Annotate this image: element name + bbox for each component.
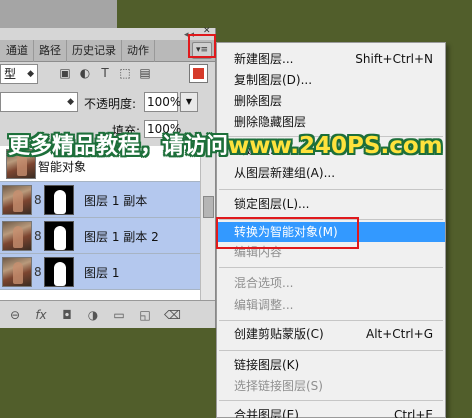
menu-item-merge-layers[interactable]: 合并图层(E) Ctrl+E [217,405,445,418]
tab-channels[interactable]: 通道 [0,40,34,62]
adjustment-layer-icon[interactable]: ◑ [86,308,100,322]
opacity-input[interactable]: 100% [144,92,181,112]
menu-item-delete-layer[interactable]: 删除图层 [217,91,445,111]
menu-item-lock-layers[interactable]: 锁定图层(L)... [217,194,445,214]
layer-filter-select[interactable]: 型 ◆ [0,64,38,84]
menu-item-label: 锁定图层(L)... [234,197,310,211]
layer-row[interactable]: 8 图层 1 副本 2 [0,218,200,254]
menu-item-label: 选择链接图层(S) [234,379,323,393]
menu-item-new-layer[interactable]: 新建图层... Shift+Ctrl+N [217,49,445,69]
smart-object-filter-icon[interactable]: ▤ [138,66,152,80]
menu-item-duplicate-layer[interactable]: 复制图层(D)... [217,70,445,90]
trash-icon[interactable]: ⌫ [164,308,181,322]
tab-paths[interactable]: 路径 [34,40,67,62]
layer-row[interactable]: 8 图层 1 [0,254,200,290]
watermark: 更多精品教程，请访问www.240PS.com [8,128,443,160]
menu-separator [219,350,443,351]
menu-separator [219,320,443,321]
menu-separator [219,267,443,268]
layers-list: 智能对象 8 图层 1 副本 8 图层 1 副本 2 8 图层 1 [0,146,200,300]
add-mask-icon[interactable]: ◘ [60,308,74,322]
menu-item-label: 链接图层(K) [234,358,300,372]
layers-scrollbar[interactable] [200,146,215,300]
menu-item-blending-options[interactable]: 混合选项... [217,273,445,293]
filter-toggle[interactable] [189,64,208,83]
fx-icon[interactable]: fx [34,308,48,322]
image-filter-icon[interactable]: ▣ [58,66,72,80]
layer-thumbnail [2,185,32,215]
layer-row[interactable]: 8 图层 1 副本 [0,182,200,218]
annotation-highlight-menu-button [188,34,216,58]
tab-history[interactable]: 历史记录 [67,40,122,62]
tab-actions[interactable]: 动作 [122,40,155,62]
layer-filter-icons: ▣ ◐ T ⬚ ▤ [58,66,152,80]
adjustment-filter-icon[interactable]: ◐ [78,66,92,80]
menu-item-label: 混合选项... [234,276,294,290]
link-icon[interactable]: 8 [34,265,42,279]
shape-filter-icon[interactable]: ⬚ [118,66,132,80]
watermark-url: www.240PS.com [228,133,443,159]
menu-separator [219,189,443,190]
new-group-icon[interactable]: ▭ [112,308,126,322]
menu-item-new-group-from-layers[interactable]: 从图层新建组(A)... [217,163,445,183]
menu-item-shortcut: Ctrl+E [394,408,433,418]
new-layer-icon[interactable]: ◱ [138,308,152,322]
layer-thumbnail [2,257,32,287]
link-layers-icon[interactable]: ⊖ [8,308,22,322]
menu-item-shortcut: Shift+Ctrl+N [355,52,433,66]
layer-filter-value: 型 [4,67,17,81]
layer-name: 图层 1 [84,266,120,280]
menu-item-label: 删除图层 [234,94,283,108]
opacity-dropdown-button[interactable]: ▼ [180,92,198,112]
chevron-down-icon: ◆ [67,97,74,107]
chevron-down-icon: ◆ [27,69,34,79]
scrollbar-thumb[interactable] [203,196,214,218]
layer-thumbnail [2,221,32,251]
menu-item-label: 复制图层(D)... [234,73,313,87]
menu-item-label: 删除隐藏图层 [234,115,307,129]
menu-item-shortcut: Alt+Ctrl+G [365,327,433,341]
layer-mask-thumbnail[interactable] [44,257,74,287]
watermark-text: 更多精品教程，请访问 [8,134,229,159]
layer-mask-thumbnail[interactable] [44,221,74,251]
link-icon[interactable]: 8 [34,229,42,243]
layer-mask-thumbnail[interactable] [44,185,74,215]
menu-item-label: 新建图层... [234,52,294,66]
layers-bottom-toolbar: ⊖ fx ◘ ◑ ▭ ◱ ⌫ [0,300,215,328]
blend-mode-select[interactable]: ◆ [0,92,78,112]
layer-name: 智能对象 [38,160,87,174]
menu-item-edit-adjustment[interactable]: 编辑调整... [217,295,445,315]
opacity-label: 不透明度: [84,97,137,111]
layers-panel: 通道 路径 历史记录 动作 ▾≡ 型 ◆ ▣ ◐ T ⬚ ▤ ◆ 不透明度: 1… [0,28,216,328]
menu-item-create-clipping-mask[interactable]: 创建剪贴蒙版(C) Alt+Ctrl+G [217,324,445,344]
menu-item-link-layers[interactable]: 链接图层(K) [217,355,445,375]
menu-item-select-linked-layers[interactable]: 选择链接图层(S) [217,376,445,396]
panel-tabs: 通道 路径 历史记录 动作 [0,40,215,62]
type-filter-icon[interactable]: T [98,66,112,80]
menu-item-label: 从图层新建组(A)... [234,166,336,180]
annotation-highlight-menu-item [216,217,359,249]
link-icon[interactable]: 8 [34,193,42,207]
layer-name: 图层 1 副本 [84,194,148,208]
layer-name: 图层 1 副本 2 [84,230,159,244]
menu-item-label: 合并图层(E) [234,408,299,418]
menu-separator [219,400,443,401]
menu-item-label: 编辑调整... [234,298,294,312]
menu-item-label: 创建剪贴蒙版(C) [234,327,324,341]
